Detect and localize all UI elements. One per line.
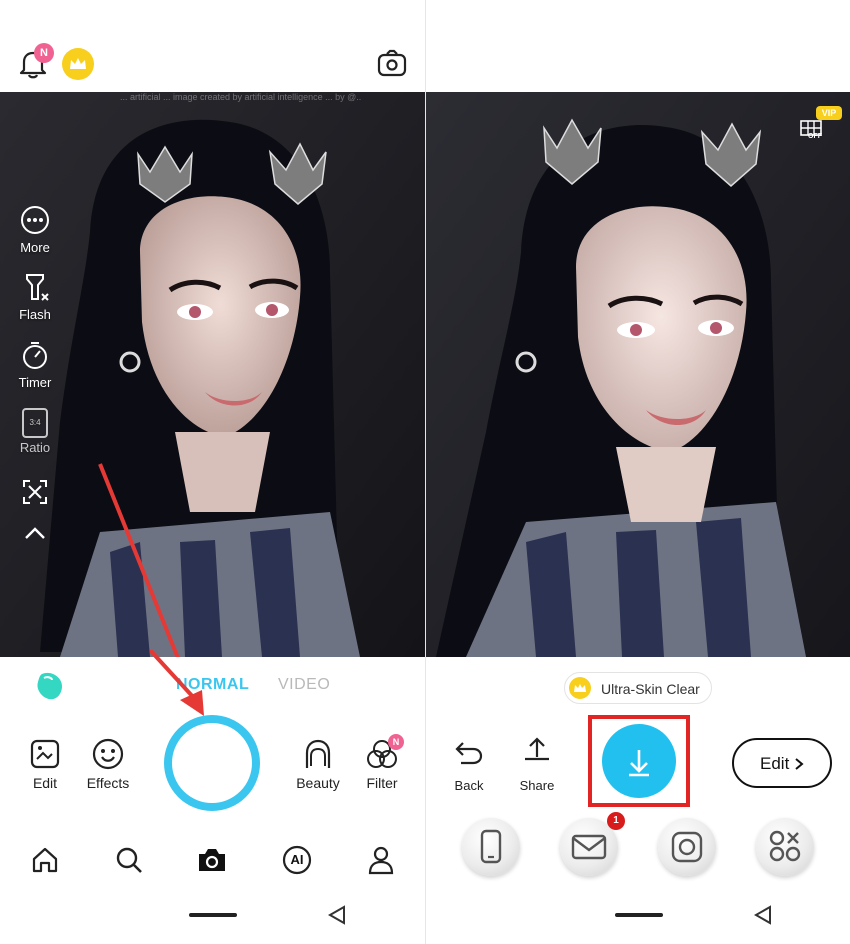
captured-photo: VIP OFF bbox=[426, 92, 850, 657]
filter-badge: N bbox=[388, 734, 404, 750]
vip-badge: VIP bbox=[816, 106, 842, 120]
phone-share-button[interactable] bbox=[462, 818, 520, 876]
expand-tool[interactable] bbox=[10, 478, 60, 509]
expand-icon bbox=[23, 480, 47, 504]
phone-icon bbox=[480, 829, 502, 864]
instagram-icon bbox=[671, 831, 703, 863]
timer-tool[interactable]: Timer bbox=[10, 340, 60, 390]
home-indicator[interactable] bbox=[189, 913, 237, 917]
chevron-up-icon bbox=[25, 527, 45, 539]
edit-button[interactable]: Edit bbox=[732, 738, 832, 788]
smiley-icon bbox=[92, 738, 124, 770]
crown-icon[interactable] bbox=[62, 48, 94, 80]
share-icon bbox=[525, 737, 549, 761]
preview-screen: VIP OFF Ultra-Skin Clear Back Share Edit… bbox=[425, 0, 850, 944]
flash-label: Flash bbox=[19, 307, 51, 322]
beauty-label: Beauty bbox=[296, 775, 340, 791]
tab-video[interactable]: VIDEO bbox=[278, 676, 330, 694]
edit-tool[interactable]: Edit bbox=[20, 738, 70, 791]
system-back-icon[interactable] bbox=[326, 904, 348, 926]
undo-icon bbox=[455, 742, 483, 765]
profile-icon[interactable] bbox=[364, 843, 398, 877]
edit-image-icon bbox=[30, 739, 60, 769]
crown-icon bbox=[569, 677, 591, 699]
more-apps-icon bbox=[769, 830, 801, 862]
edit-button-label: Edit bbox=[760, 754, 790, 773]
collapse-tool[interactable] bbox=[10, 523, 60, 546]
save-button[interactable] bbox=[602, 724, 676, 798]
beauty-tool[interactable]: Beauty bbox=[292, 738, 344, 791]
effects-tool[interactable]: Effects bbox=[82, 738, 134, 791]
ai-icon[interactable]: AI bbox=[280, 843, 314, 877]
flash-tool[interactable]: Flash bbox=[10, 272, 60, 322]
more-label: More bbox=[20, 240, 50, 255]
instagram-share-button[interactable] bbox=[658, 818, 716, 876]
more-tool[interactable]: More bbox=[10, 205, 60, 255]
camera-screen: N ... artificial ... image created by ar… bbox=[0, 0, 425, 944]
ultra-skin-chip[interactable]: Ultra-Skin Clear bbox=[564, 672, 712, 704]
system-back-icon[interactable] bbox=[752, 904, 774, 926]
chevron-right-icon bbox=[795, 758, 804, 770]
beauty-face-icon bbox=[305, 739, 331, 768]
edit-label: Edit bbox=[32, 775, 58, 791]
ultra-skin-label: Ultra-Skin Clear bbox=[601, 681, 700, 697]
sticker-icon[interactable] bbox=[32, 668, 68, 704]
grid-off-button[interactable]: OFF bbox=[800, 120, 826, 144]
effects-label: Effects bbox=[86, 775, 130, 791]
grid-off-label: OFF bbox=[808, 133, 822, 140]
filter-label: Filter bbox=[366, 775, 398, 791]
more-apps-button[interactable] bbox=[756, 818, 814, 876]
home-indicator[interactable] bbox=[615, 913, 663, 917]
timer-label: Timer bbox=[18, 375, 52, 390]
ai-icon-label: AI bbox=[290, 852, 304, 867]
camera-flip-icon[interactable] bbox=[374, 46, 410, 82]
annotation-arrow bbox=[98, 463, 180, 657]
camera-preview[interactable]: ... artificial ... image created by arti… bbox=[0, 92, 425, 657]
shutter-button[interactable] bbox=[164, 715, 260, 811]
flash-off-icon bbox=[26, 274, 49, 301]
share-label: Share bbox=[519, 778, 555, 793]
download-icon bbox=[629, 750, 649, 777]
more-icon bbox=[21, 206, 49, 234]
ratio-tool[interactable]: 3:4 Ratio bbox=[10, 408, 60, 455]
search-icon[interactable] bbox=[112, 843, 146, 877]
timer-icon bbox=[23, 342, 47, 369]
share-button[interactable]: Share bbox=[517, 735, 557, 793]
notification-badge: N bbox=[34, 43, 54, 63]
home-icon[interactable] bbox=[28, 843, 62, 877]
mail-badge: 1 bbox=[607, 812, 625, 830]
back-label: Back bbox=[454, 778, 484, 793]
camera-icon[interactable] bbox=[195, 843, 229, 877]
ratio-label: Ratio bbox=[19, 440, 51, 455]
ratio-icon: 3:4 bbox=[22, 408, 48, 438]
back-button[interactable]: Back bbox=[450, 737, 488, 793]
